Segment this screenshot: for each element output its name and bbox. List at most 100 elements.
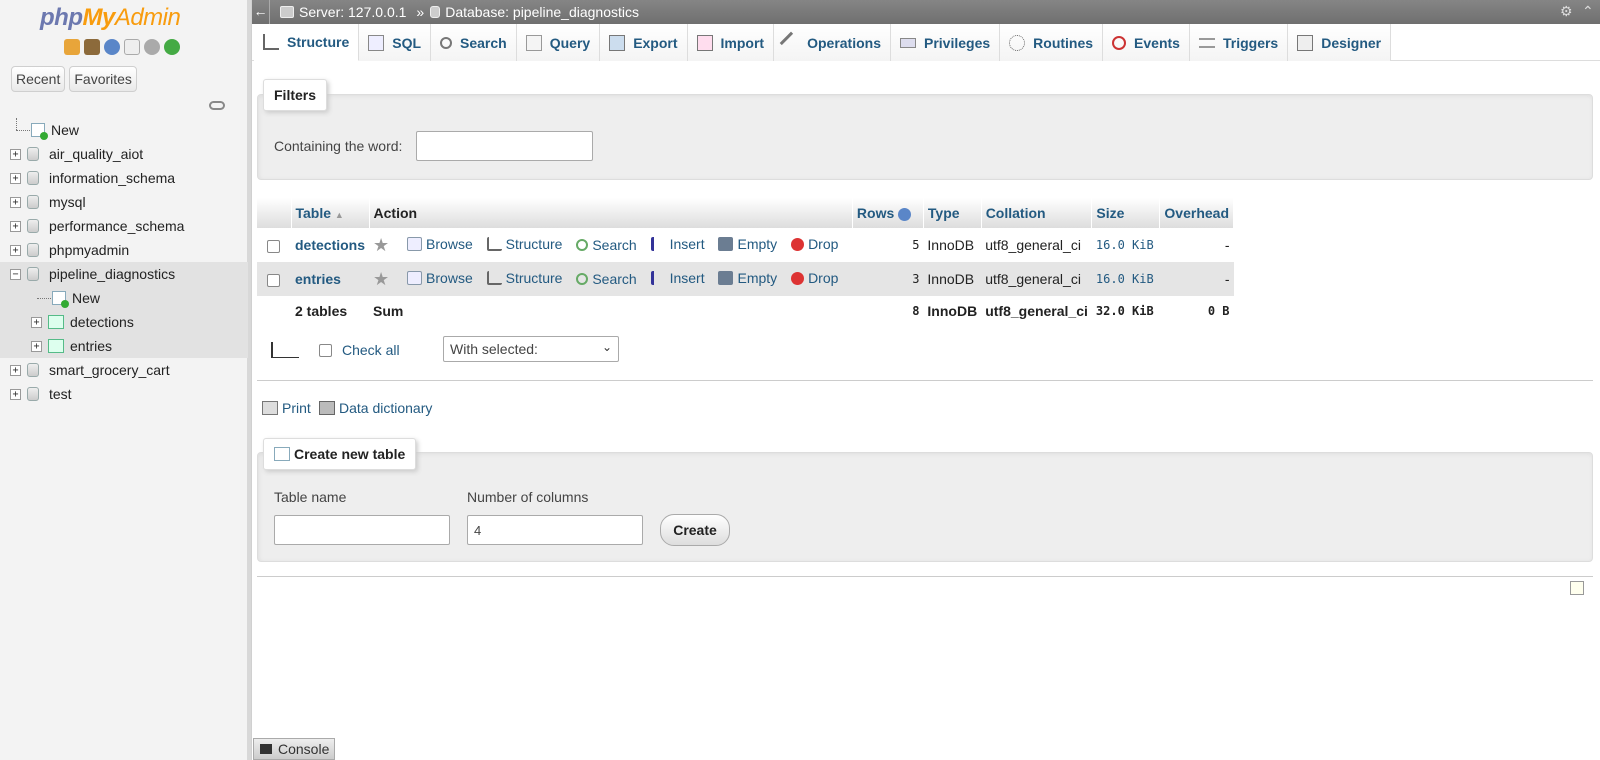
- logout-icon[interactable]: [84, 39, 100, 55]
- home-icon[interactable]: [64, 39, 80, 55]
- table-name-link[interactable]: entries: [295, 271, 341, 287]
- collapse-top-icon[interactable]: ⌃: [1582, 4, 1596, 18]
- drop-action[interactable]: Drop: [791, 270, 838, 286]
- help-icon[interactable]: [104, 39, 120, 55]
- tree-item-test[interactable]: + test: [0, 382, 248, 406]
- navigation-panel: phpMyAdmin Recent Favorites New + air_qu…: [0, 0, 252, 760]
- docs-icon[interactable]: [124, 39, 140, 55]
- insert-action[interactable]: Insert: [650, 236, 705, 252]
- structure-action[interactable]: Structure: [486, 270, 562, 286]
- row-checkbox[interactable]: [267, 273, 280, 287]
- favorite-star-icon[interactable]: ★: [373, 235, 389, 256]
- expand-icon[interactable]: +: [31, 340, 42, 352]
- header-action: Action: [369, 198, 853, 228]
- insert-action[interactable]: Insert: [650, 270, 705, 286]
- phpmyadmin-logo[interactable]: phpMyAdmin: [0, 0, 251, 36]
- filter-search-input[interactable]: [416, 131, 593, 161]
- structure-action[interactable]: Structure: [486, 236, 562, 252]
- settings-icon[interactable]: [144, 39, 160, 55]
- tab-routines[interactable]: Routines: [1000, 24, 1104, 61]
- with-selected-dropdown[interactable]: With selected: ⌄: [443, 336, 619, 362]
- tab-triggers[interactable]: Triggers: [1189, 24, 1289, 61]
- row-checkbox[interactable]: [267, 239, 280, 253]
- expand-icon[interactable]: +: [10, 172, 21, 184]
- tree-item-entries[interactable]: + entries: [0, 334, 248, 358]
- collapse-icon[interactable]: −: [10, 268, 21, 280]
- header-checkbox-col: [257, 198, 292, 228]
- tab-sql[interactable]: SQL: [359, 24, 432, 61]
- tree-item-information-schema[interactable]: + information_schema: [0, 166, 248, 190]
- tree-item-new[interactable]: New: [0, 118, 248, 142]
- table-name-input[interactable]: [274, 515, 450, 545]
- tree-item-air-quality-aiot[interactable]: + air_quality_aiot: [0, 142, 248, 166]
- tab-operations[interactable]: Operations: [774, 24, 891, 61]
- check-all-checkbox[interactable]: [319, 344, 332, 357]
- reload-icon[interactable]: [164, 39, 180, 55]
- breadcrumb-database[interactable]: Database: pipeline_diagnostics: [430, 4, 639, 20]
- expand-icon[interactable]: +: [10, 220, 21, 232]
- tab-events[interactable]: Events: [1103, 24, 1190, 61]
- expand-icon[interactable]: +: [10, 388, 21, 400]
- header-collation[interactable]: Collation: [981, 198, 1093, 228]
- tree-item-performance-schema[interactable]: + performance_schema: [0, 214, 248, 238]
- empty-action[interactable]: Empty: [718, 236, 777, 252]
- page-settings-icon[interactable]: [1570, 581, 1584, 595]
- link-with-main-panel-icon[interactable]: [209, 101, 225, 110]
- breadcrumb-server-label: Server: 127.0.0.1: [299, 4, 407, 20]
- data-dictionary-link[interactable]: Data dictionary: [319, 400, 432, 416]
- recent-button[interactable]: Recent: [11, 66, 66, 92]
- engine-type: InnoDB: [923, 228, 982, 262]
- tree-item-phpmyadmin[interactable]: + phpmyadmin: [0, 238, 248, 262]
- expand-icon[interactable]: +: [10, 244, 21, 256]
- tree-item-label: air_quality_aiot: [49, 146, 144, 162]
- breadcrumb-server[interactable]: Server: 127.0.0.1: [280, 4, 406, 20]
- check-all-label[interactable]: Check all: [342, 342, 400, 358]
- tab-structure[interactable]: Structure: [254, 24, 360, 61]
- header-overhead[interactable]: Overhead: [1159, 198, 1234, 228]
- browse-icon: [407, 270, 423, 285]
- routines-icon: [1009, 34, 1026, 51]
- server-icon: [280, 6, 294, 18]
- search-action[interactable]: Search: [576, 237, 637, 253]
- tree-item-detections[interactable]: + detections: [0, 310, 248, 334]
- expand-icon[interactable]: +: [10, 148, 21, 160]
- expand-icon[interactable]: +: [10, 364, 21, 376]
- tab-query[interactable]: Query: [516, 24, 601, 61]
- header-rows[interactable]: Rows: [852, 198, 924, 228]
- tab-import[interactable]: Import: [687, 24, 775, 61]
- tree-item-label: information_schema: [49, 170, 176, 186]
- tree-item-new-table[interactable]: New: [0, 286, 248, 310]
- print-label: Print: [282, 400, 311, 416]
- favorite-star-icon[interactable]: ★: [373, 269, 389, 290]
- console-toggle[interactable]: Console: [253, 738, 335, 760]
- tree-item-smart-grocery-cart[interactable]: + smart_grocery_cart: [0, 358, 248, 382]
- table-name-link[interactable]: detections: [295, 237, 365, 253]
- number-of-columns-input[interactable]: [467, 515, 643, 545]
- search-action[interactable]: Search: [576, 271, 637, 287]
- table-size[interactable]: 16.0 KiB: [1091, 262, 1160, 296]
- header-table[interactable]: Table ▲: [291, 198, 370, 228]
- tree-item-mysql[interactable]: + mysql: [0, 190, 248, 214]
- tab-designer[interactable]: Designer: [1288, 24, 1392, 61]
- favorites-button[interactable]: Favorites: [69, 66, 137, 92]
- settings-gear-icon[interactable]: ⚙: [1560, 4, 1574, 18]
- expand-icon[interactable]: +: [31, 316, 42, 328]
- tree-item-pipeline-diagnostics[interactable]: − pipeline_diagnostics: [0, 262, 248, 286]
- expand-icon[interactable]: +: [10, 196, 21, 208]
- header-size[interactable]: Size: [1091, 198, 1161, 228]
- print-link[interactable]: Print: [262, 400, 311, 416]
- tree-item-label: mysql: [49, 194, 86, 210]
- drop-action[interactable]: Drop: [791, 236, 838, 252]
- table-size[interactable]: 16.0 KiB: [1091, 228, 1160, 262]
- logo-php: php: [40, 4, 83, 31]
- create-button[interactable]: Create: [660, 514, 730, 546]
- browse-action[interactable]: Browse: [407, 236, 473, 252]
- help-icon[interactable]: [898, 207, 912, 221]
- empty-action[interactable]: Empty: [718, 270, 777, 286]
- header-type[interactable]: Type: [923, 198, 982, 228]
- tab-search[interactable]: Search: [431, 24, 517, 61]
- collapse-nav-button[interactable]: ←: [252, 0, 270, 24]
- browse-action[interactable]: Browse: [407, 270, 473, 286]
- tab-export[interactable]: Export: [600, 24, 688, 61]
- tab-privileges[interactable]: Privileges: [891, 24, 1001, 61]
